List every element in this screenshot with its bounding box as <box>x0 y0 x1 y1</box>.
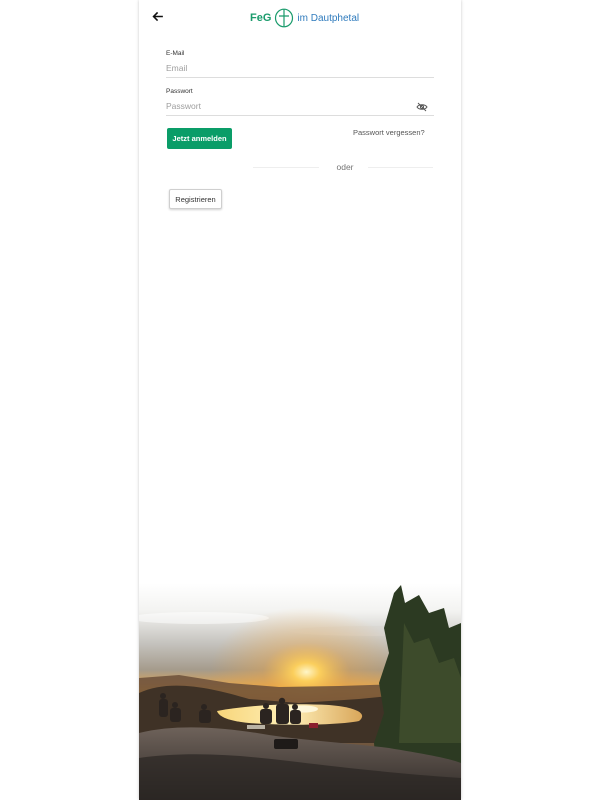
login-button[interactable]: Jetzt anmelden <box>167 128 232 149</box>
or-divider: oder <box>167 161 434 173</box>
email-input[interactable] <box>166 60 434 78</box>
logo-brand-text: FeG <box>250 12 272 24</box>
page: FeG im Dautphetal E-Mail Passwort Jetzt … <box>0 0 600 800</box>
logo: FeG im Dautphetal <box>250 7 359 29</box>
sunset-landscape-image <box>139 583 461 800</box>
divider-text: oder <box>336 162 354 172</box>
email-label: E-Mail <box>166 50 185 57</box>
email-field-group: E-Mail <box>166 49 434 78</box>
divider-line-left <box>253 166 319 168</box>
register-button[interactable]: Registrieren <box>169 189 222 209</box>
logo-subtitle-text: im Dautphetal <box>297 12 360 24</box>
login-panel: FeG im Dautphetal E-Mail Passwort Jetzt … <box>139 0 461 800</box>
back-button[interactable] <box>149 8 165 24</box>
divider-line-right <box>367 166 434 168</box>
password-input[interactable] <box>166 98 434 116</box>
arrow-left-icon <box>151 11 163 21</box>
password-label: Passwort <box>166 88 193 95</box>
password-field-group: Passwort <box>166 87 434 116</box>
eye-off-icon[interactable] <box>416 102 428 112</box>
forgot-password-link[interactable]: Passwort vergessen? <box>353 128 425 137</box>
cross-circle-icon <box>275 8 294 28</box>
